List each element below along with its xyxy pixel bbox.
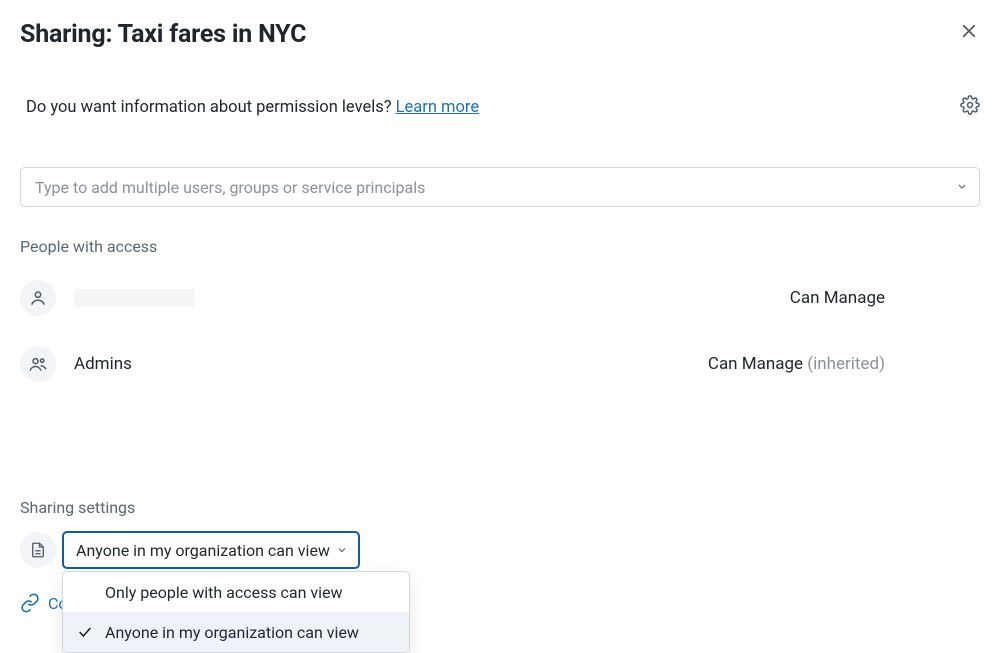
sharing-scope-dropdown[interactable]: Anyone in my organization can view — [62, 531, 360, 569]
redacted-name — [74, 289, 194, 307]
info-question: Do you want information about permission… — [26, 98, 396, 117]
link-icon — [20, 593, 40, 613]
sharing-scope-option[interactable]: Only people with access can view — [63, 572, 409, 612]
group-icon — [28, 354, 48, 374]
access-row: Can Manage — [20, 274, 980, 322]
document-icon — [29, 541, 47, 559]
permission-level[interactable]: Can Manage — [790, 288, 885, 308]
settings-button[interactable] — [960, 95, 980, 119]
gear-icon — [960, 95, 980, 115]
sharing-settings-row: Anyone in my organization can view Only … — [20, 531, 980, 569]
close-button[interactable] — [958, 20, 980, 42]
principal-search-wrap — [20, 167, 980, 207]
user-name — [74, 289, 790, 307]
dialog-title: Sharing: Taxi fares in NYC — [20, 20, 306, 49]
option-label: Anyone in my organization can view — [105, 623, 359, 642]
sharing-scope-selected: Anyone in my organization can view — [76, 541, 330, 560]
sharing-dialog: Sharing: Taxi fares in NYC Do you want i… — [0, 0, 1000, 642]
user-icon — [28, 288, 48, 308]
info-row: Do you want information about permission… — [20, 95, 980, 119]
close-icon — [960, 22, 978, 40]
permission-level[interactable]: Can Manage (inherited) — [708, 354, 885, 374]
learn-more-link[interactable]: Learn more — [396, 98, 479, 117]
people-with-access-label: People with access — [20, 237, 980, 256]
check-icon — [77, 624, 93, 640]
sharing-scope-menu: Only people with access can view Anyone … — [62, 571, 410, 653]
avatar — [20, 346, 56, 382]
sharing-settings-label: Sharing settings — [20, 498, 980, 517]
principal-search-input[interactable] — [20, 167, 980, 207]
check-slot — [77, 624, 105, 640]
chevron-down-icon — [336, 544, 348, 556]
permission-info-text: Do you want information about permission… — [26, 98, 479, 117]
access-list: Can Manage Admins Can Manage (inherited) — [20, 274, 980, 388]
avatar — [20, 280, 56, 316]
dialog-header: Sharing: Taxi fares in NYC — [20, 20, 980, 49]
access-row: Admins Can Manage (inherited) — [20, 340, 980, 388]
document-icon-wrap — [20, 532, 56, 568]
sharing-scope-option[interactable]: Anyone in my organization can view — [63, 612, 409, 652]
user-name: Admins — [74, 354, 708, 374]
option-label: Only people with access can view — [105, 583, 343, 602]
